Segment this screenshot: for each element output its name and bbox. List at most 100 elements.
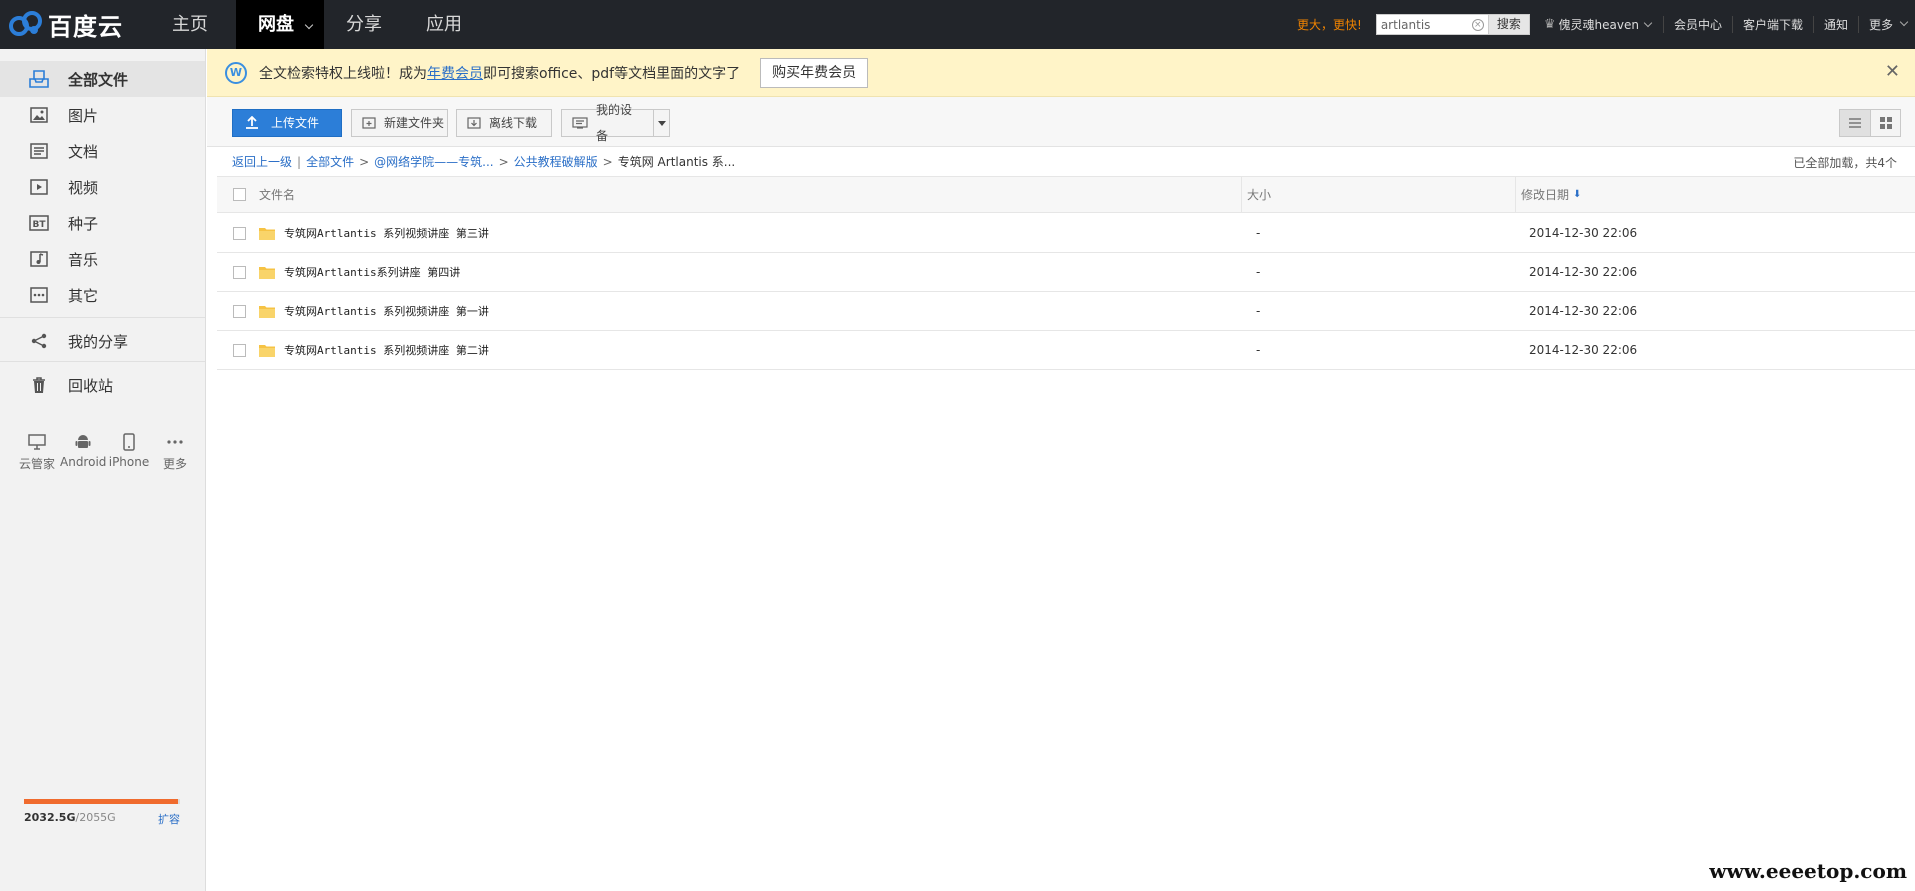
device-label: iPhone xyxy=(108,455,150,469)
sidebar-item-music[interactable]: 音乐 xyxy=(0,241,205,277)
quota-total: /2055G xyxy=(75,811,116,824)
table-row[interactable]: 专筑网Artlantis 系列视频讲座 第二讲 - 2014-12-30 22:… xyxy=(217,331,1915,370)
quota-bar xyxy=(24,799,180,804)
trash-icon xyxy=(28,374,50,396)
sidebar-item-images[interactable]: 图片 xyxy=(0,97,205,133)
user-menu[interactable]: ♛ 傀灵魂heaven xyxy=(1543,16,1653,33)
search-button[interactable]: 搜索 xyxy=(1488,14,1530,35)
device-iphone[interactable]: iPhone xyxy=(106,431,152,472)
row-checkbox[interactable] xyxy=(233,226,246,240)
device-desktop[interactable]: 云管家 xyxy=(14,431,60,472)
breadcrumb-pipe: | xyxy=(297,154,302,169)
site-watermark: www.eeeetop.com xyxy=(1709,859,1907,883)
sidebar: 全部文件 图片 文档 视频 BT 种子 音乐 其它 我的分享 回收站 云管家 A… xyxy=(0,49,206,891)
row-checkbox[interactable] xyxy=(233,265,246,279)
device-more[interactable]: 更多 xyxy=(152,431,198,472)
table-row[interactable]: 专筑网Artlantis系列讲座 第四讲 - 2014-12-30 22:06 xyxy=(217,253,1915,292)
notifications-link[interactable]: 通知 xyxy=(1812,16,1858,33)
dropdown-toggle[interactable] xyxy=(653,110,669,136)
device-icon xyxy=(572,117,588,129)
sidebar-item-label: 种子 xyxy=(68,214,99,233)
header-size-cell: 大小 xyxy=(1247,177,1271,212)
nav-share[interactable]: 分享 xyxy=(324,0,404,49)
file-name[interactable]: 专筑网Artlantis 系列视频讲座 第一讲 xyxy=(284,303,489,319)
breadcrumb-separator: > xyxy=(602,154,613,169)
search-box: × xyxy=(1375,14,1489,35)
sidebar-item-other[interactable]: 其它 xyxy=(0,277,205,313)
list-view-button[interactable] xyxy=(1840,110,1870,136)
promo-text[interactable]: 更大，更快! xyxy=(1297,16,1362,33)
new-folder-button[interactable]: 新建文件夹 xyxy=(351,109,448,137)
nav-apps[interactable]: 应用 xyxy=(404,0,484,49)
quota-used: 2032.5G xyxy=(24,811,76,824)
device-label: 更多 xyxy=(162,457,187,471)
sidebar-item-label: 其它 xyxy=(68,286,99,305)
file-date: 2014-12-30 22:06 xyxy=(1529,265,1638,279)
device-android[interactable]: Android xyxy=(60,431,106,472)
crown-icon: ♛ xyxy=(1543,17,1556,32)
table-row[interactable]: 专筑网Artlantis 系列视频讲座 第三讲 - 2014-12-30 22:… xyxy=(217,214,1915,253)
file-name[interactable]: 专筑网Artlantis系列讲座 第四讲 xyxy=(284,264,460,280)
caret-down-icon xyxy=(657,120,666,126)
bt-icon: BT xyxy=(28,212,50,234)
sidebar-item-recycle-bin[interactable]: 回收站 xyxy=(0,367,205,403)
header-modified-date[interactable]: 修改日期 xyxy=(1521,186,1569,203)
expand-storage-link[interactable]: 扩容 xyxy=(158,811,180,827)
username: 傀灵魂heaven xyxy=(1558,18,1639,32)
grid-view-button[interactable] xyxy=(1870,110,1900,136)
sidebar-item-all-files[interactable]: 全部文件 xyxy=(0,61,205,97)
sidebar-item-videos[interactable]: 视频 xyxy=(0,169,205,205)
more-dots-icon xyxy=(152,431,198,453)
sidebar-divider xyxy=(0,361,205,362)
notice-text-after: 即可搜索office、pdf等文档里面的文字了 xyxy=(483,65,741,82)
column-divider[interactable] xyxy=(1241,177,1242,212)
table-row[interactable]: 专筑网Artlantis 系列视频讲座 第一讲 - 2014-12-30 22:… xyxy=(217,292,1915,331)
sidebar-item-label: 音乐 xyxy=(68,250,99,269)
offline-download-button[interactable]: 离线下载 xyxy=(456,109,552,137)
breadcrumb-item[interactable]: @网络学院——专筑... xyxy=(374,153,493,170)
new-folder-icon xyxy=(362,117,376,129)
my-devices-button[interactable]: 我的设备 xyxy=(561,103,670,143)
clear-icon[interactable]: × xyxy=(1471,19,1484,31)
table-header: 文件名 大小 修改日期 ⬇ xyxy=(217,176,1915,213)
client-download-link[interactable]: 客户端下载 xyxy=(1731,16,1813,33)
w-badge-icon: W xyxy=(225,61,247,84)
notice-text: 全文检索特权上线啦！成为 xyxy=(259,65,427,82)
sidebar-item-my-shares[interactable]: 我的分享 xyxy=(0,323,205,359)
breadcrumb-item[interactable]: 公共教程破解版 xyxy=(514,153,598,170)
iphone-icon xyxy=(106,431,152,453)
sidebar-item-torrents[interactable]: BT 种子 xyxy=(0,205,205,241)
select-all-checkbox[interactable] xyxy=(233,188,246,201)
brand-name: 百度云 xyxy=(48,12,123,41)
brand-logo[interactable]: 百度云 xyxy=(8,9,123,41)
device-label: Android xyxy=(60,455,107,469)
main-nav: 主页 网盘 分享 应用 xyxy=(150,0,484,49)
go-back-link[interactable]: 返回上一级 xyxy=(232,153,292,170)
file-name[interactable]: 专筑网Artlantis 系列视频讲座 第二讲 xyxy=(284,342,489,358)
file-size: - xyxy=(1256,304,1261,318)
file-size: - xyxy=(1256,265,1261,279)
row-checkbox[interactable] xyxy=(233,343,246,357)
close-icon[interactable]: ✕ xyxy=(1885,63,1900,81)
file-name[interactable]: 专筑网Artlantis 系列视频讲座 第三讲 xyxy=(284,225,489,241)
nav-home[interactable]: 主页 xyxy=(150,0,230,49)
folder-icon xyxy=(259,227,275,240)
header-filename[interactable]: 文件名 xyxy=(259,186,295,203)
download-icon xyxy=(467,117,481,129)
nav-netdisk[interactable]: 网盘 xyxy=(236,0,324,49)
vip-center-link[interactable]: 会员中心 xyxy=(1662,16,1732,33)
annual-vip-link[interactable]: 年费会员 xyxy=(427,63,483,83)
sidebar-item-documents[interactable]: 文档 xyxy=(0,133,205,169)
upload-button[interactable]: 上传文件 xyxy=(232,109,342,137)
column-divider[interactable] xyxy=(1515,177,1516,212)
breadcrumb: 返回上一级 | 全部文件 > @网络学院——专筑... > 公共教程破解版 > … xyxy=(232,153,735,170)
svg-text:BT: BT xyxy=(33,220,47,230)
breadcrumb-item[interactable]: 全部文件 xyxy=(306,153,354,170)
header-size[interactable]: 大小 xyxy=(1247,186,1271,203)
more-menu[interactable]: 更多 xyxy=(1857,16,1915,33)
chevron-down-icon xyxy=(1899,17,1909,27)
row-checkbox[interactable] xyxy=(233,304,246,318)
file-size: - xyxy=(1256,343,1261,357)
buy-annual-vip-button[interactable]: 购买年费会员 xyxy=(760,57,869,88)
folder-all-icon xyxy=(28,68,50,90)
